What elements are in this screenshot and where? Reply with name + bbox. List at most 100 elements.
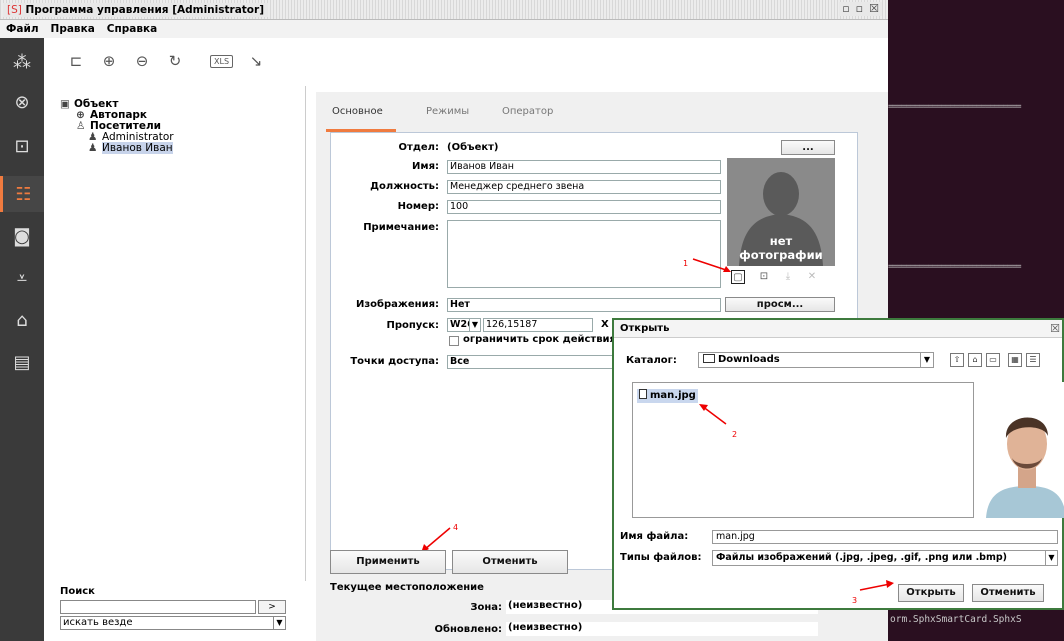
- tab-main[interactable]: Основное: [332, 106, 383, 117]
- user-icon: ♟: [88, 142, 98, 154]
- visitors-icon[interactable]: ⊗: [0, 84, 44, 120]
- note-textarea[interactable]: [447, 220, 721, 288]
- pass-clear-button[interactable]: X: [601, 319, 609, 330]
- refresh-icon[interactable]: ↻: [165, 52, 185, 70]
- add-folder-icon[interactable]: ⊏: [66, 52, 86, 70]
- maximize-button[interactable]: ▫: [856, 2, 863, 16]
- pass-type-select[interactable]: W26 ▼: [447, 318, 481, 332]
- menu-help[interactable]: Справка: [107, 20, 157, 38]
- left-sidebar: ⁂ ⊗ ⊡ ☷ ◙ ⩡ ⌂ ▤: [0, 38, 44, 641]
- preview-image: [976, 382, 1064, 518]
- file-icon: [639, 389, 647, 399]
- dialog-cancel-button[interactable]: Отменить: [972, 584, 1044, 602]
- file-list: man.jpg: [632, 382, 974, 518]
- reports-icon[interactable]: ⩡: [0, 260, 44, 296]
- catalog-select[interactable]: Downloads ▼: [698, 352, 934, 368]
- search-go-button[interactable]: >: [258, 600, 286, 614]
- menu-edit[interactable]: Правка: [51, 20, 95, 38]
- photo-icon[interactable]: ◙: [0, 218, 44, 254]
- dialog-title: Открыть: [614, 320, 1062, 338]
- remove-icon[interactable]: ⊖: [132, 52, 152, 70]
- xls-export-button[interactable]: XLS: [210, 54, 234, 68]
- tab-bar: Основное Режимы Оператор: [316, 92, 888, 132]
- images-field[interactable]: Нет: [447, 298, 721, 312]
- app-logo: [S]: [7, 4, 22, 16]
- location-header: Текущее местоположение: [330, 582, 484, 593]
- object-tree: ▣ Объект ⊕ Автопарк ♙ Посетители ♟ Administr…: [44, 86, 306, 581]
- zone-label: Зона:: [470, 602, 502, 613]
- close-button[interactable]: ☒: [869, 2, 879, 16]
- home-folder-icon[interactable]: ⌂: [968, 353, 982, 367]
- chevron-down-icon[interactable]: ▼: [469, 319, 480, 331]
- open-button[interactable]: Открыть: [898, 584, 964, 602]
- image-preview: [976, 382, 1064, 518]
- access-label: Точки доступа:: [350, 356, 439, 367]
- toolbar: ⊏ ⊕ ⊖ ↻ XLS ↘: [44, 38, 888, 84]
- number-label: Номер:: [397, 201, 439, 212]
- export-icon[interactable]: ↘: [246, 52, 266, 70]
- annotation-arrow-3-icon: [859, 580, 894, 591]
- delete-photo-icon[interactable]: ✕: [805, 270, 819, 284]
- window-title-text: Программа управления [Administrator]: [25, 4, 264, 16]
- menu-file[interactable]: Файл: [6, 20, 39, 38]
- objects-icon[interactable]: ⁂: [0, 44, 44, 80]
- monitor-icon[interactable]: ⌂: [0, 302, 44, 338]
- minimize-button[interactable]: ▫: [842, 2, 849, 16]
- folder-icon: ▣: [60, 98, 70, 110]
- search-input[interactable]: [60, 600, 256, 614]
- catalog-label: Каталог:: [626, 355, 677, 366]
- updated-value: (неизвестно): [506, 622, 818, 636]
- close-icon[interactable]: ☒: [1050, 322, 1060, 335]
- tree-item-ivanov[interactable]: ♟ Иванов Иван: [88, 142, 173, 154]
- window-title: [S] Программа управления [Administrator]: [3, 3, 268, 17]
- cancel-button[interactable]: Отменить: [452, 550, 568, 574]
- pass-number-field[interactable]: 126,15187: [483, 318, 593, 332]
- chevron-down-icon[interactable]: ▼: [1045, 551, 1057, 565]
- apply-button[interactable]: Применить: [330, 550, 446, 574]
- position-label: Должность:: [370, 181, 439, 192]
- terminal-divider: ==============================: [888, 262, 1022, 272]
- annotation-2: 2: [732, 430, 738, 439]
- download-icon[interactable]: ⤓: [781, 270, 795, 284]
- dept-value: (Объект): [447, 142, 499, 153]
- tab-modes[interactable]: Режимы: [426, 106, 469, 117]
- title-bar: [S] Программа управления [Administrator]…: [0, 0, 888, 20]
- updated-label: Обновлено:: [434, 624, 502, 635]
- personnel-icon[interactable]: ☷: [0, 176, 44, 212]
- number-field[interactable]: 100: [447, 200, 721, 214]
- file-item[interactable]: man.jpg: [637, 389, 698, 403]
- limit-checkbox[interactable]: [449, 336, 459, 346]
- document-icon[interactable]: ▤: [0, 344, 44, 380]
- limit-label: ограничить срок действия: [463, 334, 616, 345]
- note-label: Примечание:: [363, 222, 439, 233]
- list-view-icon[interactable]: ▦: [1008, 353, 1022, 367]
- position-field[interactable]: Менеджер среднего звена: [447, 180, 721, 194]
- up-folder-icon[interactable]: ⇧: [950, 353, 964, 367]
- filetypes-select[interactable]: Файлы изображений (.jpg, .jpeg, .gif, .p…: [712, 550, 1058, 566]
- camera-icon[interactable]: ⊡: [0, 128, 44, 164]
- annotation-1: 1: [683, 259, 689, 268]
- new-folder-icon[interactable]: ▭: [986, 353, 1000, 367]
- filetypes-label: Типы файлов:: [620, 552, 702, 563]
- filename-input[interactable]: man.jpg: [712, 530, 1058, 544]
- dept-select-button[interactable]: ...: [781, 140, 835, 155]
- dept-label: Отдел:: [398, 142, 439, 153]
- name-field[interactable]: Иванов Иван: [447, 160, 721, 174]
- tab-operator[interactable]: Оператор: [502, 106, 553, 117]
- details-view-icon[interactable]: ☰: [1026, 353, 1040, 367]
- search-label: Поиск: [60, 586, 95, 597]
- terminal-divider: ==============================: [888, 102, 1022, 112]
- search-scope-select[interactable]: искать везде ▼: [60, 616, 286, 630]
- annotation-arrow-1-icon: [692, 258, 731, 272]
- name-label: Имя:: [412, 161, 439, 172]
- annotation-arrow-2-icon: [699, 404, 727, 425]
- chevron-down-icon[interactable]: ▼: [920, 353, 933, 367]
- terminal-text: orm.SphxSmartCard.SphxS: [890, 614, 1022, 625]
- no-photo-text-2: фотографии: [739, 248, 823, 262]
- images-browse-button[interactable]: просм...: [725, 297, 835, 312]
- add-icon[interactable]: ⊕: [99, 52, 119, 70]
- images-label: Изображения:: [355, 299, 439, 310]
- load-photo-icon[interactable]: ⊡: [757, 270, 771, 284]
- chevron-down-icon[interactable]: ▼: [273, 617, 285, 629]
- open-file-dialog: Открыть ☒ Каталог: Downloads ▼ ⇧ ⌂ ▭ ▦ ☰…: [612, 318, 1064, 610]
